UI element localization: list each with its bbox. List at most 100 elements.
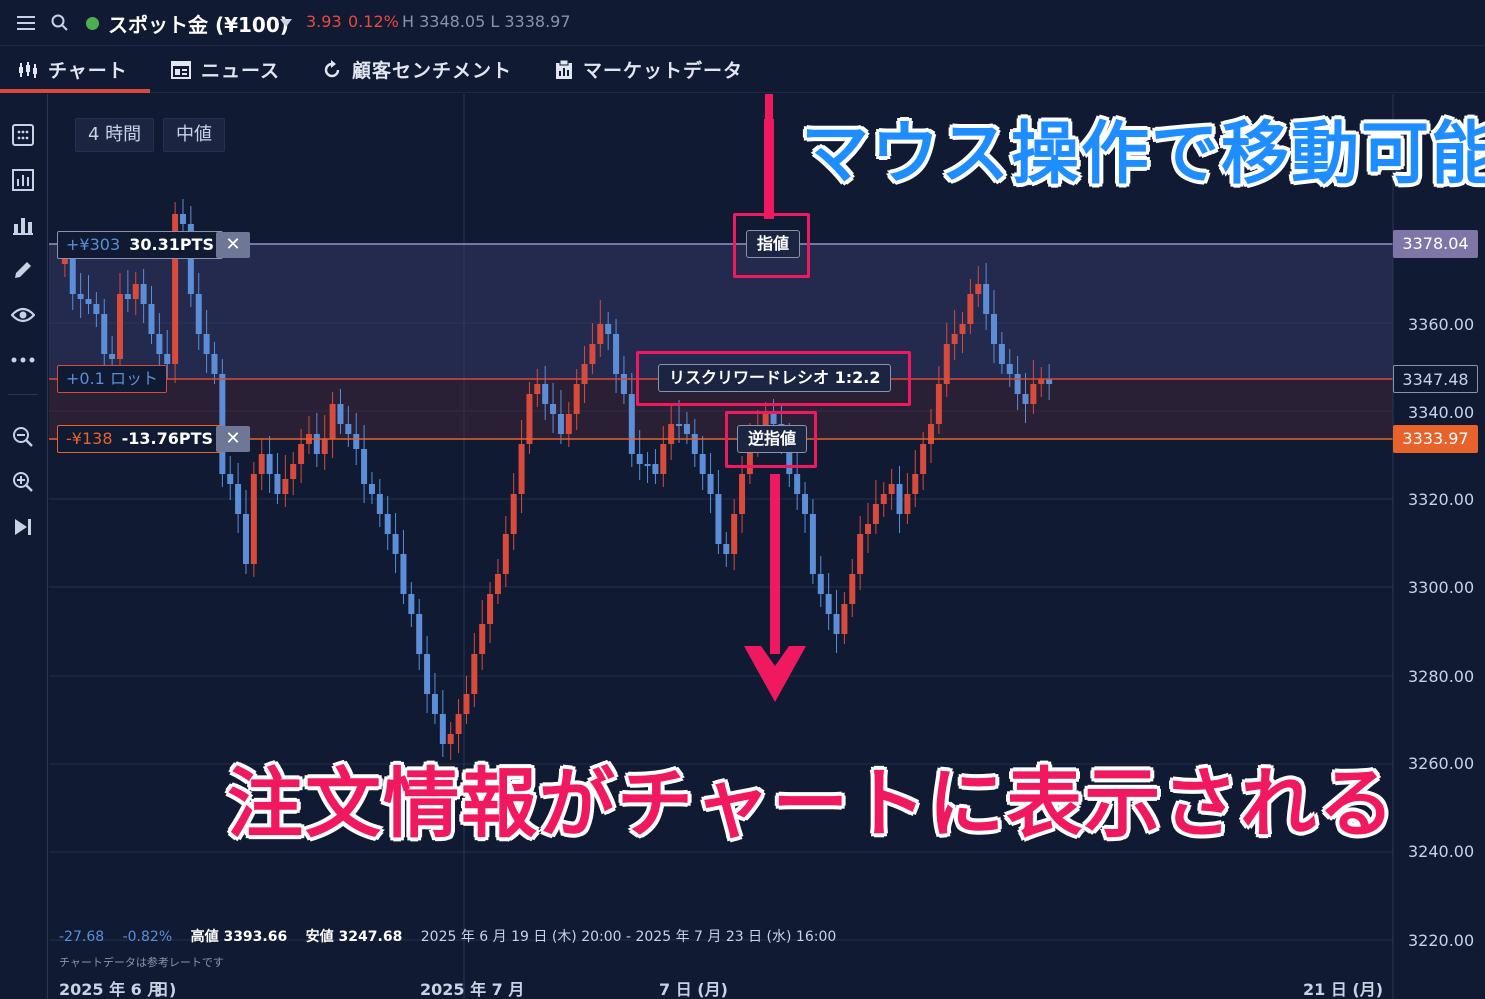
stop-loss-tag[interactable]: -¥138 -13.76PTS (57, 425, 223, 453)
candle-body (416, 614, 423, 654)
candle-body (258, 454, 265, 474)
clipboard-icon (556, 59, 572, 79)
candle-body (282, 479, 289, 494)
candle-body (888, 484, 895, 494)
candle-body (857, 534, 864, 574)
candle-body (739, 474, 746, 514)
candle-body (471, 654, 478, 694)
price-tick: 3320.00 (1408, 490, 1475, 509)
more-icon[interactable] (11, 348, 35, 372)
candle-body (959, 324, 966, 334)
tab-label: マーケットデータ (583, 60, 744, 82)
sidebar-divider (8, 394, 38, 395)
chevron-down-icon[interactable] (280, 19, 292, 27)
eye-icon[interactable] (11, 303, 35, 327)
stop-loss-yen: -¥138 (66, 429, 113, 448)
candle-body (880, 494, 887, 504)
candle-body (683, 424, 690, 434)
candle-body (998, 344, 1005, 364)
candle-body (487, 594, 494, 624)
candle-body (983, 284, 990, 314)
zoom-in-icon[interactable] (11, 470, 35, 494)
news-icon (171, 60, 191, 79)
candle-body (195, 294, 202, 334)
candle-body (69, 254, 76, 294)
disclaimer: チャートデータは参考レートです (59, 956, 224, 969)
price-type-selector[interactable]: 中値 (163, 118, 225, 152)
up-arrow (764, 94, 774, 219)
candle-body (691, 434, 698, 454)
candle-body (510, 494, 517, 534)
candle-body (313, 434, 320, 454)
stop-label[interactable]: 逆指値 (737, 425, 808, 453)
candle-body (140, 284, 147, 304)
candle-body (565, 414, 572, 434)
candle-body (290, 464, 297, 479)
x-axis-label: 2025 年 7 月 (420, 980, 525, 999)
pct-change: -0.82% (122, 929, 173, 945)
tab-label: チャート (48, 60, 128, 82)
x-axis-label: 21 日 (月) (1303, 980, 1384, 999)
search-icon[interactable] (50, 13, 70, 33)
bar-chart-icon[interactable] (11, 213, 35, 237)
limit-label[interactable]: 指値 (746, 230, 801, 258)
candle-body (345, 424, 352, 434)
low-value: 安値 3247.68 (305, 929, 403, 945)
candle-body (101, 314, 108, 354)
candle-body (841, 604, 848, 634)
candle-body (723, 544, 730, 554)
candle-body (573, 384, 580, 414)
close-stop-loss-button[interactable]: ✕ (216, 426, 250, 452)
take-profit-tag[interactable]: +¥303 30.31PTS (57, 231, 223, 259)
candle-body (557, 414, 564, 434)
candle-body (368, 484, 375, 494)
candle-body (361, 449, 368, 484)
candle-body (1014, 374, 1021, 394)
candle-body (392, 534, 399, 554)
candle-body (872, 504, 879, 524)
candle-body (455, 714, 462, 734)
close-take-profit-button[interactable]: ✕ (216, 232, 250, 258)
candle-body (943, 344, 950, 384)
candle-body (652, 464, 659, 474)
candle-body (337, 404, 344, 424)
price-tick: 3360.00 (1408, 315, 1475, 334)
candle-body (802, 494, 809, 514)
timeframe-selector[interactable]: 4 時間 (75, 118, 155, 152)
symbol-name[interactable]: スポット金 (¥100) (108, 9, 289, 38)
price-change-pct: 0.12% (348, 12, 399, 31)
tab-chart[interactable]: チャート (0, 46, 150, 93)
tab-news[interactable]: ニュース (171, 46, 280, 93)
candle-body (912, 474, 919, 494)
annotation-displayed: 注文情報がチャートに表示される (227, 759, 1397, 848)
tab-label: 顧客センチメント (352, 60, 513, 82)
indicator-icon[interactable] (11, 168, 35, 192)
range-info: -27.68 -0.82% 高値 3393.66 安値 3247.68 2025… (59, 926, 850, 946)
risk-reward-label: リスクリワードレシオ 1:2.2 (658, 364, 892, 392)
candle-body (581, 364, 588, 384)
candle-body (628, 394, 635, 454)
candle-body (250, 474, 257, 564)
candle-body (321, 439, 328, 454)
tab-sentiment[interactable]: 顧客センチメント (322, 46, 512, 93)
pencil-icon[interactable] (11, 258, 35, 282)
tab-market-data[interactable]: マーケットデータ (555, 46, 743, 93)
zoom-out-icon[interactable] (11, 425, 35, 449)
lot-tag[interactable]: +0.1 ロット (57, 365, 167, 393)
candle-body (109, 354, 116, 359)
candle-body (620, 374, 627, 394)
candle-body (928, 424, 935, 444)
candle-body (266, 454, 273, 474)
menu-icon[interactable] (16, 13, 36, 33)
candle-body (534, 384, 541, 394)
candle-body (1006, 364, 1013, 374)
stop-loss-pts: -13.76PTS (121, 429, 214, 448)
date-range: 2025 年 6 月 19 日 (木) 20:00 - 2025 年 7 月 2… (420, 929, 837, 945)
skip-forward-icon[interactable] (11, 515, 35, 539)
calculator-icon[interactable] (11, 123, 35, 147)
high-low: H 3348.05 L 3338.97 (402, 12, 571, 31)
chart-area[interactable]: 4 時間 中値 3360.00 3340.00 3320.00 3300.00 … (49, 94, 1485, 999)
candle-body (794, 474, 801, 494)
candle-body (376, 494, 383, 514)
x-axis-label: 日) (153, 980, 177, 999)
